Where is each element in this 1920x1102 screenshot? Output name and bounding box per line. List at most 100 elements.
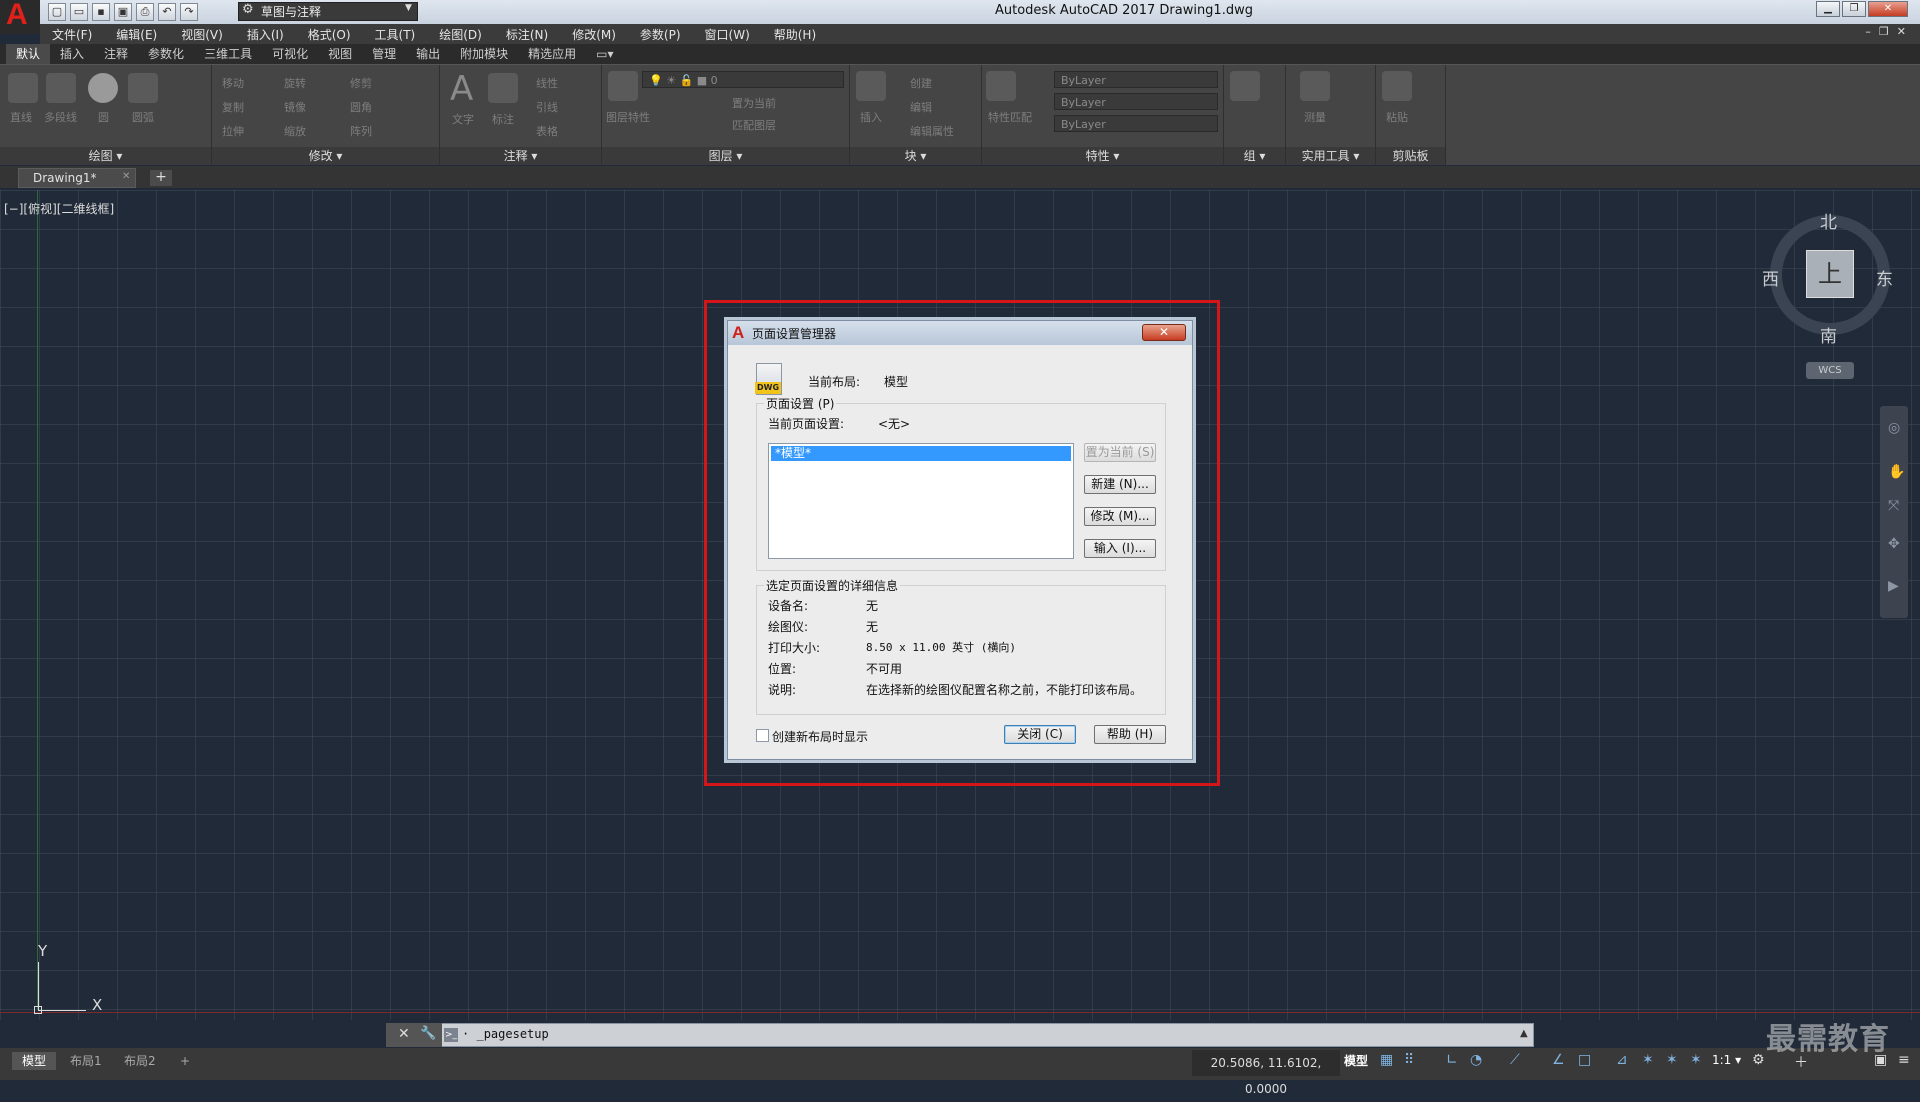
compass-south[interactable]: 南 (1820, 322, 1837, 347)
show-on-new-layout-checkbox[interactable] (756, 729, 769, 742)
tab-featured-apps[interactable]: 精选应用 (518, 44, 586, 64)
set-current-layer-tool[interactable]: 置为当前 (732, 95, 776, 111)
dimension-icon[interactable] (488, 73, 518, 103)
lineweight-icon[interactable]: ⊿ (1616, 1052, 1628, 1068)
menu-draw[interactable]: 绘图(D) (427, 26, 494, 43)
object-snap-tracking-icon[interactable]: ∠ (1552, 1052, 1565, 1068)
linetype-dropdown[interactable]: ByLayer (1054, 93, 1218, 110)
create-block-tool[interactable]: 创建 (910, 75, 932, 91)
group-icon[interactable] (1230, 71, 1260, 101)
menu-format[interactable]: 格式(O) (296, 26, 363, 43)
rotate-tool[interactable]: 旋转 (284, 75, 306, 91)
list-item[interactable]: *模型* (771, 446, 1071, 461)
polyline-icon[interactable] (46, 73, 76, 103)
edit-attributes-tool[interactable]: 编辑属性 (910, 123, 954, 139)
isodraft-icon[interactable]: ⟋ (1510, 1052, 1520, 1068)
ribbon-toggle-icon[interactable]: ▭▾ (586, 44, 623, 64)
properties-panel-title[interactable]: 特性 ▾ (982, 147, 1223, 165)
line-icon[interactable] (8, 73, 38, 103)
menu-view[interactable]: 视图(V) (169, 26, 235, 43)
measure-icon[interactable] (1300, 71, 1330, 101)
compass-west[interactable]: 西 (1762, 265, 1779, 290)
close-icon[interactable]: ✕ (122, 171, 130, 182)
layer-properties-icon[interactable] (608, 71, 638, 101)
group-panel-title[interactable]: 组 ▾ (1224, 147, 1285, 165)
zoom-extents-icon[interactable]: ⤧ (1888, 498, 1899, 514)
steering-wheel-icon[interactable]: ◎ (1888, 420, 1900, 436)
wrench-icon[interactable]: 🔧 (420, 1026, 436, 1041)
tab-output[interactable]: 输出 (406, 44, 450, 64)
linear-tool[interactable]: 线性 (536, 75, 558, 91)
tab-addins[interactable]: 附加模块 (450, 44, 518, 64)
menu-edit[interactable]: 编辑(E) (104, 26, 169, 43)
copy-tool[interactable]: 复制 (222, 99, 244, 115)
gear-icon[interactable]: ⚙ (1752, 1052, 1765, 1068)
print-icon[interactable]: ⎙ (136, 3, 154, 21)
customize-menu-icon[interactable]: ≡ (1898, 1052, 1910, 1068)
polar-icon[interactable]: ◔ (1470, 1052, 1482, 1068)
layer-dropdown[interactable]: 💡 ☀ 🔓 ■ 0 (642, 71, 844, 88)
compass-east[interactable]: 东 (1876, 265, 1893, 290)
utilities-panel-title[interactable]: 实用工具 ▾ (1286, 147, 1375, 165)
clipboard-panel-title[interactable]: 剪贴板 (1376, 147, 1445, 165)
text-icon[interactable]: A (450, 69, 473, 109)
fillet-tool[interactable]: 圆角 (350, 99, 372, 115)
color-dropdown[interactable]: ByLayer (1054, 71, 1218, 88)
grid-icon[interactable]: ▦ (1380, 1052, 1393, 1068)
annotation-autoscale-icon[interactable]: ✶ (1690, 1052, 1702, 1068)
model-space-button[interactable]: 模型 (1344, 1052, 1368, 1069)
coordinate-readout[interactable]: 20.5086, 11.6102, 0.0000 (1192, 1050, 1340, 1096)
annotation-scale-dropdown[interactable]: 1:1 ▾ (1712, 1053, 1741, 1067)
menu-window[interactable]: 窗口(W) (693, 26, 762, 43)
dialog-close-button[interactable]: ✕ (1142, 324, 1186, 341)
array-tool[interactable]: 阵列 (350, 123, 372, 139)
ortho-icon[interactable]: ∟ (1446, 1052, 1458, 1068)
tab-manage[interactable]: 管理 (362, 44, 406, 64)
scale-tool[interactable]: 缩放 (284, 123, 306, 139)
close-window-button[interactable]: ✕ (1868, 1, 1908, 17)
mirror-tool[interactable]: 镜像 (284, 99, 306, 115)
redo-icon[interactable]: ↷ (180, 3, 198, 21)
tab-view[interactable]: 视图 (318, 44, 362, 64)
close-icon[interactable]: ✕ (398, 1026, 410, 1042)
menu-tools[interactable]: 工具(T) (363, 26, 428, 43)
edit-block-tool[interactable]: 编辑 (910, 99, 932, 115)
maximize-button[interactable]: ❐ (1842, 1, 1866, 17)
insert-block-icon[interactable] (856, 71, 886, 101)
table-tool[interactable]: 表格 (536, 123, 558, 139)
menu-dimension[interactable]: 标注(N) (494, 26, 560, 43)
import-button[interactable]: 输入 (I)... (1084, 539, 1156, 558)
tab-3d-tools[interactable]: 三维工具 (194, 44, 262, 64)
modify-button[interactable]: 修改 (M)... (1084, 507, 1156, 526)
viewcube-top-face[interactable]: 上 (1806, 250, 1854, 298)
command-prompt-icon[interactable]: >_ (444, 1028, 458, 1042)
wcs-menu-button[interactable]: WCS (1806, 362, 1854, 379)
undo-icon[interactable]: ↶ (158, 3, 176, 21)
match-layer-tool[interactable]: 匹配图层 (732, 117, 776, 133)
paste-icon[interactable] (1382, 71, 1412, 101)
lineweight-dropdown[interactable]: ByLayer (1054, 115, 1218, 132)
modify-panel-title[interactable]: 修改 ▾ (212, 147, 439, 165)
annotation-panel-title[interactable]: 注释 ▾ (440, 147, 601, 165)
annotation-scale-icon[interactable]: ✶ (1642, 1052, 1654, 1068)
new-button[interactable]: 新建 (N)... (1084, 475, 1156, 494)
compass-north[interactable]: 北 (1820, 208, 1837, 233)
tab-parametric[interactable]: 参数化 (138, 44, 194, 64)
viewport-controls-label[interactable]: [−][俯视][二维线框] (4, 200, 114, 217)
move-tool[interactable]: 移动 (222, 75, 244, 91)
menu-parametric[interactable]: 参数(P) (628, 26, 693, 43)
orbit-icon[interactable]: ✥ (1888, 536, 1900, 552)
match-properties-icon[interactable] (986, 71, 1016, 101)
snap-icon[interactable]: ⠿ (1404, 1052, 1414, 1068)
menu-insert[interactable]: 插入(I) (235, 26, 296, 43)
set-current-button[interactable]: 置为当前 (S) (1084, 443, 1156, 462)
layout-tab-layout2[interactable]: 布局2 (114, 1052, 166, 1070)
leader-tool[interactable]: 引线 (536, 99, 558, 115)
layers-panel-title[interactable]: 图层 ▾ (602, 147, 849, 165)
layout-tab-model[interactable]: 模型 (12, 1052, 57, 1070)
dialog-title-bar[interactable]: A 页面设置管理器 ✕ (728, 321, 1192, 345)
tab-annotate[interactable]: 注释 (94, 44, 138, 64)
open-file-icon[interactable]: ▭ (70, 3, 88, 21)
command-line[interactable] (386, 1023, 1534, 1047)
menu-modify[interactable]: 修改(M) (560, 26, 628, 43)
